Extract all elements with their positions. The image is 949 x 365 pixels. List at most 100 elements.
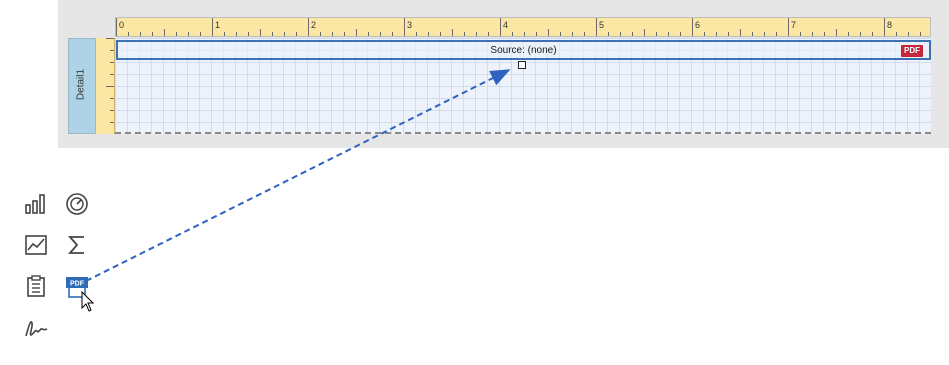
ruler-tick (620, 32, 621, 36)
ruler-number: 8 (887, 20, 893, 30)
signature-icon (25, 320, 48, 337)
ruler-tick (536, 32, 537, 36)
ruler-tick (764, 32, 765, 36)
ruler-tick (260, 29, 261, 36)
ruler-tick (860, 32, 861, 36)
ruler-tick (284, 32, 285, 36)
ruler-tick (656, 32, 657, 36)
signature-tool[interactable] (23, 315, 49, 341)
ruler-tick (776, 32, 777, 36)
ruler-tick (740, 29, 741, 36)
ruler-tick (548, 29, 549, 36)
pdf-icon: PDF (901, 45, 923, 57)
ruler-tick (404, 18, 405, 36)
sparkline-tool[interactable] (23, 232, 49, 258)
horizontal-ruler: 0 1 2 3 4 5 6 7 8 (115, 17, 931, 37)
ruler-tick (428, 32, 429, 36)
ruler-tick (200, 32, 201, 36)
ruler-tick (632, 32, 633, 36)
ruler-tick (380, 32, 381, 36)
ruler-tick (596, 18, 597, 36)
detail-band-header[interactable]: Detail1 (68, 38, 96, 134)
ruler-tick (692, 18, 693, 36)
bar-chart-tool[interactable] (23, 191, 49, 217)
ruler-tick (296, 32, 297, 36)
ruler-tick (368, 32, 369, 36)
ruler-tick (704, 32, 705, 36)
line-chart-icon (25, 235, 47, 255)
ruler-number: 0 (119, 20, 125, 30)
ruler-number: 7 (791, 20, 797, 30)
ruler-tick (116, 18, 117, 36)
ruler-tick (896, 32, 897, 36)
ruler-tick (884, 18, 885, 36)
toolbox-panel: PDF (12, 170, 112, 350)
ruler-tick (110, 110, 114, 111)
ruler-tick (812, 32, 813, 36)
ruler-tick (668, 32, 669, 36)
vertical-ruler (96, 38, 115, 134)
pdf-source-caption: Source: (none) (490, 45, 557, 56)
ruler-tick (356, 29, 357, 36)
ruler-tick (110, 98, 114, 99)
ruler-tick (512, 32, 513, 36)
ruler-tick (824, 32, 825, 36)
ruler-tick (584, 32, 585, 36)
ruler-tick (128, 32, 129, 36)
ruler-tick (212, 18, 213, 36)
page-info-tool[interactable] (23, 273, 49, 299)
ruler-tick (416, 32, 417, 36)
clipboard-icon (27, 275, 45, 297)
ruler-number: 2 (311, 20, 317, 30)
ruler-tick (176, 32, 177, 36)
pdf-tool-label: PDF (70, 281, 85, 288)
ruler-tick (110, 122, 114, 123)
ruler-tick (644, 29, 645, 36)
ruler-tick (848, 32, 849, 36)
bar-chart-icon (25, 194, 45, 214)
ruler-tick (440, 32, 441, 36)
ruler-tick (344, 32, 345, 36)
ruler-tick (476, 32, 477, 36)
ruler-tick (680, 32, 681, 36)
ruler-tick (224, 32, 225, 36)
gauge-icon (66, 193, 88, 215)
ruler-tick (152, 32, 153, 36)
ruler-tick (608, 32, 609, 36)
gauge-tool[interactable] (64, 191, 90, 217)
ruler-tick (716, 32, 717, 36)
ruler-tick (524, 32, 525, 36)
ruler-tick (728, 32, 729, 36)
sigma-icon (68, 236, 84, 254)
ruler-tick (920, 32, 921, 36)
ruler-tick (164, 29, 165, 36)
ruler-tick (320, 32, 321, 36)
ruler-tick (392, 32, 393, 36)
drop-target-marker (518, 61, 526, 69)
ruler-tick (836, 29, 837, 36)
ruler-tick (788, 18, 789, 36)
ruler-number: 5 (599, 20, 605, 30)
ruler-tick (236, 32, 237, 36)
ruler-number: 1 (215, 20, 221, 30)
ruler-tick (110, 62, 114, 63)
ruler-tick (872, 32, 873, 36)
ruler-tick (272, 32, 273, 36)
ruler-tick (308, 18, 309, 36)
ruler-tick (560, 32, 561, 36)
ruler-tick (500, 18, 501, 36)
ruler-tick (488, 32, 489, 36)
ruler-tick (140, 32, 141, 36)
ruler-tick (464, 32, 465, 36)
ruler-number: 4 (503, 20, 509, 30)
ruler-tick (188, 32, 189, 36)
pdf-content-control[interactable]: Source: (none) PDF (116, 40, 931, 60)
ruler-tick (106, 86, 114, 87)
ruler-tick (908, 32, 909, 36)
detail-band-label: Detail1 (75, 68, 87, 101)
ruler-tick (572, 32, 573, 36)
ruler-tick (800, 32, 801, 36)
ruler-tick (248, 32, 249, 36)
summary-tool[interactable] (64, 232, 90, 258)
ruler-tick (106, 38, 114, 39)
